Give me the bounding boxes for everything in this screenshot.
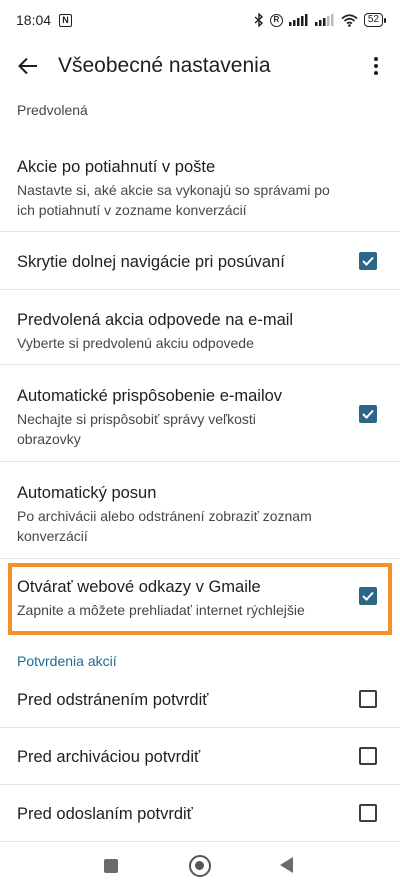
divider (0, 364, 400, 365)
setting-confirm-archive[interactable]: Pred archiváciou potvrdiť (0, 746, 400, 768)
hide-bottom-nav-checkbox[interactable] (359, 252, 377, 270)
divider (0, 461, 400, 462)
setting-subtitle: Vyberte si predvolenú akciu odpovede (17, 335, 254, 351)
setting-title: Pred odstránením potvrdiť (17, 691, 209, 709)
recents-button[interactable] (104, 859, 118, 873)
home-button[interactable] (189, 855, 211, 877)
setting-subtitle: Po archivácii alebo odstránení zobraziť … (17, 508, 312, 544)
setting-title: Automatické prispôsobenie e-mailov (17, 387, 283, 405)
setting-title: Pred odoslaním potvrdiť (17, 805, 193, 823)
divider (0, 289, 400, 290)
registered-icon: R (269, 13, 283, 27)
setting-swipe-actions[interactable]: Akcie po potiahnutí v pošte Nastavte si,… (0, 156, 400, 220)
battery-icon: 52 (363, 13, 386, 27)
setting-title: Pred archiváciou potvrdiť (17, 748, 201, 766)
setting-hide-bottom-nav[interactable]: Skrytie dolnej navigácie pri posúvaní (0, 251, 400, 273)
setting-title: Predvolená akcia odpovede na e-mail (17, 311, 294, 329)
nav-back-button[interactable] (280, 857, 293, 873)
setting-default-reply[interactable]: Predvolená akcia odpovede na e-mail Vybe… (0, 309, 400, 353)
confirm-delete-checkbox[interactable] (359, 690, 377, 708)
arrow-back-icon (18, 57, 37, 75)
open-links-checkbox[interactable] (359, 587, 377, 605)
setting-title: Otvárať webové odkazy v Gmaile (17, 578, 261, 596)
confirm-send-checkbox[interactable] (359, 804, 377, 822)
signal-icon-2 (314, 14, 334, 26)
divider (0, 784, 400, 785)
setting-title: Automatický posun (17, 484, 157, 502)
setting-subtitle: Nechajte si prispôsobiť správy veľkosti … (17, 411, 256, 447)
setting-subtitle: Zapnite a môžete prehliadať internet rýc… (17, 602, 305, 618)
status-bar: 18:04 N R 52 (0, 0, 400, 40)
app-bar: Všeobecné nastavenia (0, 40, 400, 92)
more-options-button[interactable] (364, 50, 388, 82)
setting-subtitle: Nastavte si, aké akcie sa vykonajú so sp… (17, 182, 330, 218)
setting-title: Akcie po potiahnutí v pošte (17, 158, 216, 176)
setting-open-links-in-gmail[interactable]: Otvárať webové odkazy v Gmaile Zapnite a… (0, 576, 400, 620)
section-confirm-label: Potvrdenia akcií (17, 653, 117, 669)
status-time: 18:04 (16, 12, 52, 28)
more-vert-icon (374, 57, 378, 75)
back-button[interactable] (0, 40, 56, 92)
signal-icon (288, 14, 308, 26)
nfc-icon: N (59, 13, 73, 27)
bluetooth-icon (254, 13, 263, 27)
checkmark-icon (362, 409, 374, 419)
divider (0, 231, 400, 232)
setting-confirm-delete[interactable]: Pred odstránením potvrdiť (0, 689, 400, 711)
setting-auto-advance[interactable]: Automatický posun Po archivácii alebo od… (0, 482, 400, 546)
checkmark-icon (362, 256, 374, 266)
setting-title: Skrytie dolnej navigácie pri posúvaní (17, 253, 285, 271)
page-title: Všeobecné nastavenia (58, 54, 271, 77)
confirm-archive-checkbox[interactable] (359, 747, 377, 765)
auto-fit-checkbox[interactable] (359, 405, 377, 423)
section-default-label: Predvolená (17, 102, 88, 118)
divider (0, 727, 400, 728)
system-nav-bar (0, 842, 400, 889)
wifi-icon (341, 13, 358, 27)
divider (0, 558, 400, 559)
setting-confirm-send[interactable]: Pred odoslaním potvrdiť (0, 803, 400, 825)
checkmark-icon (362, 591, 374, 601)
battery-level: 52 (363, 13, 383, 27)
setting-auto-fit[interactable]: Automatické prispôsobenie e-mailov Necha… (0, 385, 400, 449)
